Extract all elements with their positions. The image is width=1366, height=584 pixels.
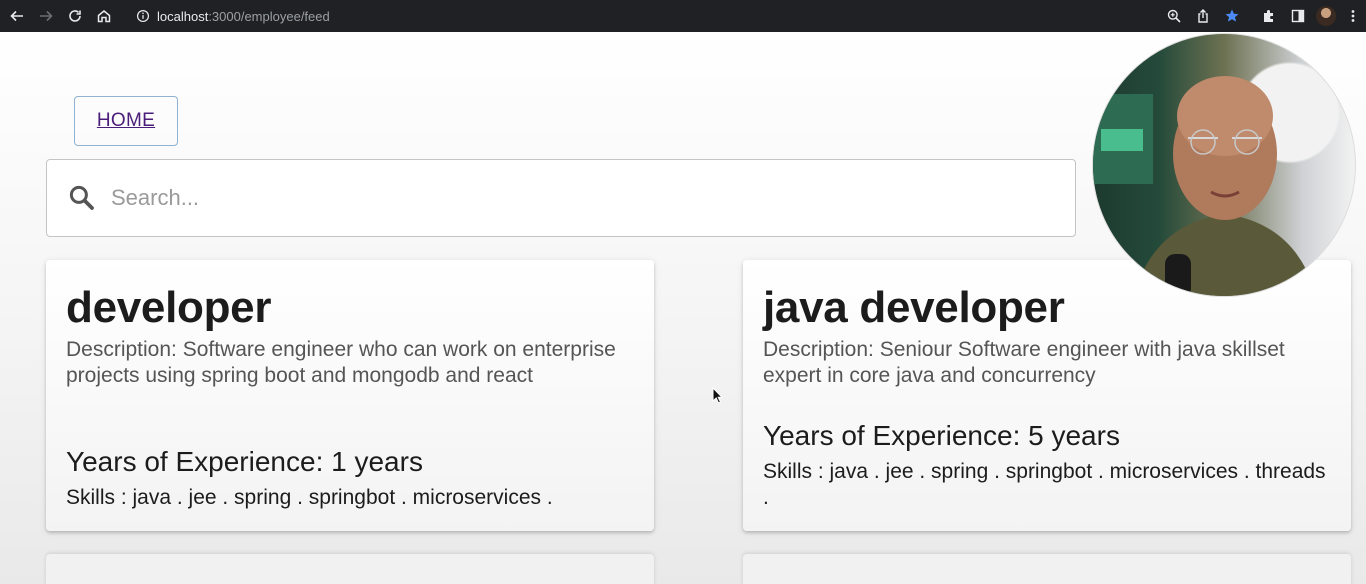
post-card: java developer Description: Seniour Soft… — [743, 260, 1351, 531]
post-experience: Years of Experience: 1 years — [66, 446, 423, 477]
home-button[interactable]: HOME — [74, 96, 178, 146]
post-skills: Skills : java . jee . spring . springbot… — [66, 486, 553, 509]
profile-avatar[interactable] — [1316, 6, 1336, 26]
address-bar[interactable]: localhost:3000/employee/feed — [126, 3, 1246, 29]
reload-button[interactable] — [60, 0, 89, 32]
bookmark-button[interactable] — [1217, 0, 1246, 32]
webcam-overlay — [1092, 33, 1356, 297]
search-box[interactable] — [46, 159, 1076, 237]
mouse-cursor-icon — [712, 387, 724, 404]
star-icon — [1225, 9, 1238, 22]
post-experience: Years of Experience: 5 years — [763, 420, 1120, 451]
menu-button[interactable] — [1340, 0, 1366, 32]
search-icon — [69, 185, 94, 210]
browser-toolbar: localhost:3000/employee/feed — [0, 0, 1366, 32]
zoom-button[interactable] — [1159, 0, 1188, 32]
post-skills: Skills : java . jee . spring . springbot… — [763, 460, 1326, 509]
post-card: developer Description: Software engineer… — [46, 260, 654, 531]
home-nav-button[interactable] — [89, 0, 118, 32]
back-icon — [9, 10, 23, 22]
share-button[interactable] — [1188, 0, 1217, 32]
post-description: Description: Seniour Software engineer w… — [763, 338, 1285, 387]
home-button-label[interactable]: HOME — [97, 110, 155, 132]
sidepanel-icon — [1291, 9, 1304, 23]
menu-icon — [1351, 10, 1355, 22]
post-description: Description: Software engineer who can w… — [66, 338, 616, 387]
extensions-icon — [1263, 10, 1273, 22]
search-input[interactable] — [111, 185, 1011, 211]
toolbar-actions — [1159, 0, 1366, 32]
forward-icon — [39, 10, 53, 22]
post-card-partial — [46, 554, 654, 584]
page-content: HOME developer Description: Software eng… — [0, 32, 1366, 584]
back-button[interactable] — [2, 0, 31, 32]
presenter-image — [1093, 76, 1317, 296]
home-icon — [97, 10, 110, 23]
forward-button[interactable] — [31, 0, 60, 32]
extensions-button[interactable] — [1254, 0, 1283, 32]
info-icon[interactable] — [135, 8, 151, 24]
reload-icon — [68, 10, 81, 22]
post-card-partial — [743, 554, 1351, 584]
share-icon — [1197, 9, 1208, 23]
post-title: developer — [66, 283, 272, 332]
zoom-icon — [1167, 9, 1181, 23]
sidepanel-button[interactable] — [1283, 0, 1312, 32]
url-text: localhost:3000/employee/feed — [157, 8, 330, 24]
